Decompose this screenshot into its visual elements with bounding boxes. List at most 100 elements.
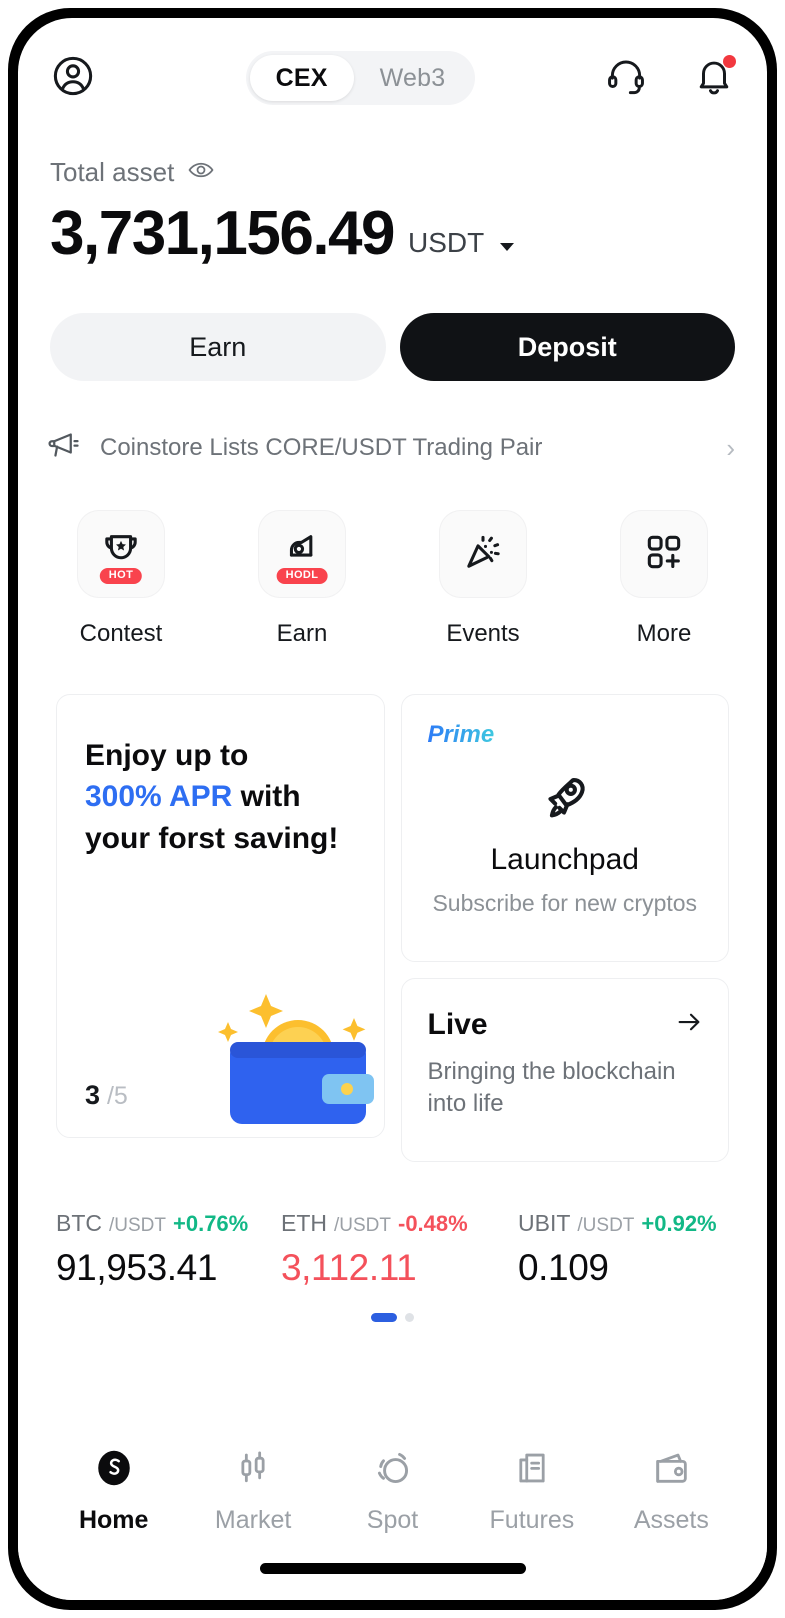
phone-frame: CEX Web3 Total asset 3,731,156.49 USDT E… [8,8,777,1610]
caret-down-icon[interactable] [500,243,515,251]
tab-web3[interactable]: Web3 [354,55,472,101]
notification-badge-dot [723,54,736,68]
ticker-base: BTC [56,1210,102,1236]
eye-icon[interactable] [187,156,215,189]
nav-item-futures[interactable]: Futures [462,1442,601,1535]
promo-line-1: Enjoy up to [85,739,249,772]
chevron-right-icon: › [726,432,735,463]
ticker-item-btc[interactable]: BTC/USDT +0.76% 91,953.41 [56,1210,267,1289]
nav-item-spot[interactable]: Spot [323,1442,462,1535]
promo-line-2: 300% APR with [85,776,354,817]
quick-action-tile [439,510,527,598]
promo-pagination: 3 /5 [85,1080,128,1111]
promo-page-total: /5 [106,1082,128,1110]
nav-item-home[interactable]: Home [44,1442,183,1535]
live-title: Live [427,1007,488,1041]
ticker-quote: /USDT [109,1215,166,1236]
nav-label: Spot [366,1506,419,1534]
ticker-row: BTC/USDT +0.76% 91,953.41 ETH/USDT -0.48… [18,1162,767,1289]
ticker-item-ubit[interactable]: UBIT/USDT +0.92% 0.109 [492,1210,729,1289]
ticker-price: 0.109 [518,1247,609,1288]
ticker-head: UBIT/USDT +0.92% [518,1210,729,1237]
quick-action-tile [620,510,708,598]
quick-action-tile: HOT [77,510,165,598]
promo-column: Enjoy up to 300% APR with your forst sav… [56,694,385,1162]
hodl-badge: HODL [276,568,328,584]
ticker-quote: /USDT [577,1215,635,1236]
user-circle-icon [50,53,96,104]
deposit-button[interactable]: Deposit [399,313,735,381]
total-asset-amount-row: 3,731,156.49 USDT [50,203,735,265]
promo-page-current: 3 [85,1080,101,1110]
quick-action-label: More [636,620,692,647]
rocket-icon [424,769,707,827]
total-asset-label: Total asset [50,157,175,187]
pagination-dot-active[interactable] [371,1313,397,1322]
prime-tag: Prime [427,721,495,748]
ticker-head: ETH/USDT -0.48% [281,1210,492,1237]
launchpad-card[interactable]: Prime Launchpad Subscribe for new crypto… [400,694,729,962]
nav-label: Home [78,1506,149,1534]
quick-action-label: Events [446,620,520,647]
ticker-change: +0.76% [173,1211,249,1236]
hot-badge: HOT [99,568,143,584]
ticker-item-eth[interactable]: ETH/USDT -0.48% 3,112.11 [267,1210,492,1289]
total-asset-amount: 3,731,156.49 [50,199,396,268]
announcement-text: Coinstore Lists CORE/USDT Trading Pair [100,433,543,461]
app-header: CEX Web3 [18,18,767,114]
total-asset-block: Total asset 3,731,156.49 USDT [18,114,767,265]
support-button[interactable] [605,55,647,102]
quick-action-contest[interactable]: HOT Contest [66,510,176,648]
ticker-head: BTC/USDT +0.76% [56,1210,267,1237]
live-card[interactable]: Live Bringing the blockchain into life [400,978,729,1162]
quick-action-label: Contest [79,620,163,647]
nav-item-assets[interactable]: Assets [602,1442,741,1535]
ticker-change: -0.48% [398,1211,468,1236]
header-actions [605,54,736,102]
nav-label: Futures [489,1506,575,1534]
promo-line-2-tail: with [232,780,301,814]
total-asset-label-row: Total asset [50,156,735,189]
swap-circles-icon [371,1442,415,1494]
quick-action-events[interactable]: Events [428,510,538,648]
candlestick-icon [232,1442,274,1494]
promo-line-3: your forst saving! [85,821,339,855]
confetti-icon [460,529,506,580]
promo-card[interactable]: Enjoy up to 300% APR with your forst sav… [56,694,385,1138]
document-chart-icon [511,1442,553,1494]
nav-item-market[interactable]: Market [183,1442,322,1535]
headset-icon [605,55,647,102]
pagination-dot[interactable] [405,1313,414,1322]
profile-button[interactable] [50,53,116,104]
earn-button[interactable]: Earn [50,313,386,381]
launchpad-title: Launchpad [490,843,639,876]
currency-label[interactable]: USDT [408,227,484,265]
cex-web3-switch: CEX Web3 [116,51,605,105]
wallet-with-coin-illustration: B [206,978,378,1131]
quick-actions-row: HOT Contest HODL Earn Events More [18,468,767,648]
ticker-base: UBIT [518,1210,571,1236]
promo-highlight: 300% APR [85,780,233,814]
tab-cex[interactable]: CEX [249,55,354,101]
live-subtitle: Bringing the blockchain into life [427,1058,676,1118]
announcement-banner[interactable]: Coinstore Lists CORE/USDT Trading Pair › [18,381,767,468]
quick-action-earn[interactable]: HODL Earn [247,510,357,648]
launchpad-subtitle: Subscribe for new cryptos [432,890,698,916]
megaphone-icon [46,427,82,468]
ticker-price: 3,112.11 [281,1247,417,1288]
nav-label: Assets [633,1506,709,1534]
ticker-price: 91,953.41 [56,1247,218,1288]
side-cards-column: Prime Launchpad Subscribe for new crypto… [400,694,729,1162]
nav-label: Market [214,1506,292,1534]
primary-actions: Earn Deposit [18,265,767,381]
wallet-icon [650,1442,692,1494]
quick-action-tile: HODL [258,510,346,598]
arrow-right-icon[interactable] [674,1007,704,1042]
coinstore-logo-icon [92,1442,136,1494]
segmented-control: CEX Web3 [245,51,476,105]
quick-action-more[interactable]: More [609,510,719,648]
ticker-quote: /USDT [334,1215,391,1236]
ticker-pagination-dots [18,1289,767,1322]
quick-action-label: Earn [276,620,328,647]
notifications-button[interactable] [693,54,736,102]
